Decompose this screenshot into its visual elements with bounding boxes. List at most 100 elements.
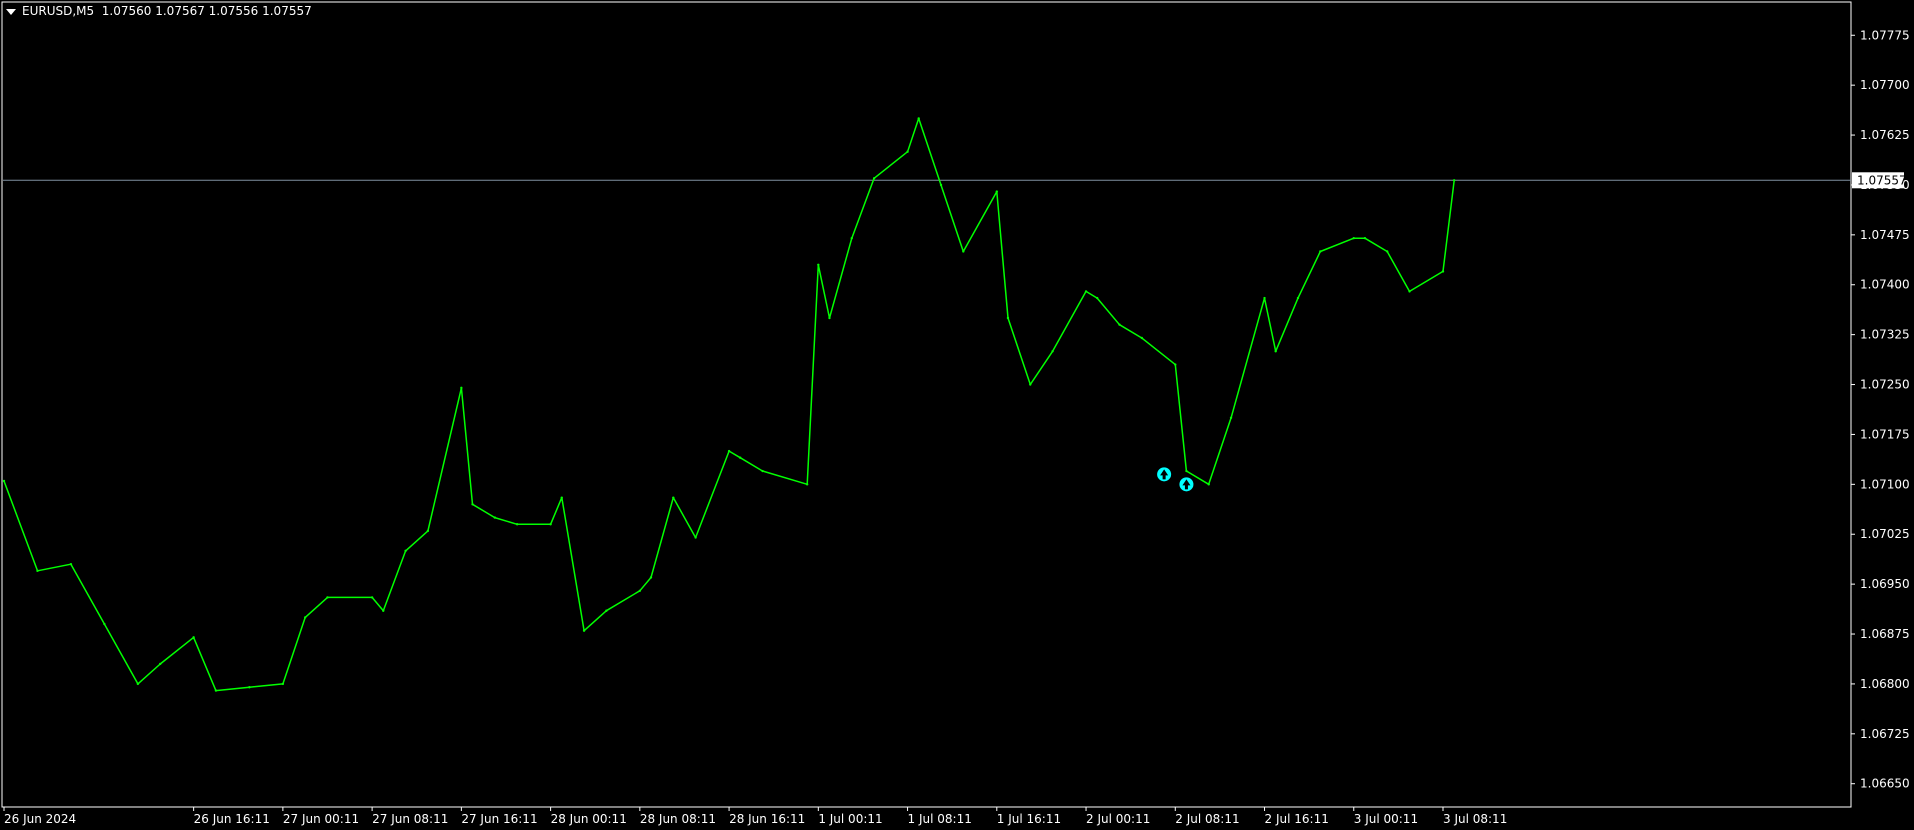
data-point xyxy=(850,236,853,240)
buy-arrow-icon xyxy=(1179,477,1194,492)
buy-arrow-icon xyxy=(1157,467,1172,482)
x-tick-label: 27 Jun 00:11 xyxy=(283,812,359,826)
data-point xyxy=(2,479,6,483)
data-point xyxy=(1207,483,1210,486)
symbol-label: EURUSD,M5 xyxy=(22,4,95,18)
x-tick-label: 26 Jun 16:11 xyxy=(194,812,270,826)
data-point xyxy=(515,523,519,526)
x-tick-label: 2 Jul 08:11 xyxy=(1175,812,1239,826)
data-point xyxy=(761,469,764,473)
data-point xyxy=(1386,250,1389,253)
data-point xyxy=(471,503,474,506)
data-point xyxy=(69,562,73,566)
y-tick-label: 1.06950 xyxy=(1860,577,1910,591)
y-tick-label: 1.06650 xyxy=(1860,777,1910,791)
x-tick-label: 27 Jun 08:11 xyxy=(372,812,448,826)
data-point xyxy=(962,250,965,253)
data-point xyxy=(917,117,920,120)
x-tick-label: 2 Jul 16:11 xyxy=(1265,812,1329,826)
data-point xyxy=(303,616,307,619)
x-tick-label: 2 Jul 00:11 xyxy=(1086,812,1150,826)
data-point xyxy=(1363,236,1367,240)
x-tick-label: 3 Jul 00:11 xyxy=(1354,812,1418,826)
data-point xyxy=(1319,250,1322,253)
data-point xyxy=(404,549,407,553)
y-tick-label: 1.06800 xyxy=(1860,677,1910,691)
data-point xyxy=(158,662,162,666)
y-axis: 1.077751.077001.076251.075501.074751.074… xyxy=(1851,28,1910,791)
data-point xyxy=(1006,316,1010,320)
x-tick-label: 27 Jun 16:11 xyxy=(461,812,537,826)
data-point xyxy=(638,589,642,592)
data-point xyxy=(828,316,831,320)
chart-area: 1.077751.077001.076251.075501.074751.074… xyxy=(1,1,1910,826)
y-tick-label: 1.07100 xyxy=(1860,477,1910,491)
data-point xyxy=(1140,336,1144,340)
data-point xyxy=(672,496,675,499)
data-point xyxy=(939,183,943,187)
data-point xyxy=(382,609,385,612)
data-point xyxy=(426,529,430,533)
data-point xyxy=(739,456,742,459)
data-point xyxy=(1185,469,1188,473)
data-point xyxy=(1029,383,1032,386)
data-point xyxy=(248,686,251,689)
data-point xyxy=(1229,416,1233,420)
x-tick-label: 1 Jul 08:11 xyxy=(908,812,972,826)
plot-frame xyxy=(1,1,1852,808)
data-point xyxy=(1296,296,1300,300)
x-tick-label: 3 Jul 08:11 xyxy=(1443,812,1507,826)
data-point xyxy=(727,449,731,453)
data-point xyxy=(906,150,909,153)
data-point xyxy=(192,636,195,639)
data-point xyxy=(995,190,998,193)
x-axis: 26 Jun 2024 26 Jun 16:11 27 Jun 00:11 27 Ju… xyxy=(3,807,1507,826)
data-point xyxy=(460,386,463,390)
data-point xyxy=(872,177,876,180)
y-tick-label: 1.07250 xyxy=(1860,378,1910,392)
y-tick-label: 1.07175 xyxy=(1860,427,1910,441)
data-point xyxy=(649,576,653,579)
data-point xyxy=(1084,290,1088,293)
data-point xyxy=(1095,296,1099,300)
x-tick-label: 28 Jun 16:11 xyxy=(729,812,805,826)
data-point xyxy=(281,682,285,686)
data-point xyxy=(1051,350,1054,353)
data-point xyxy=(817,263,820,266)
data-point xyxy=(103,622,106,626)
ohlc-values: 1.07560 1.07567 1.07556 1.07557 xyxy=(101,4,312,18)
x-tick-label: 28 Jun 08:11 xyxy=(640,812,716,826)
data-point xyxy=(582,629,586,632)
data-point xyxy=(694,536,697,539)
dropdown-triangle-icon[interactable] xyxy=(6,8,16,15)
x-tick-label: 1 Jul 16:11 xyxy=(997,812,1061,826)
data-point xyxy=(605,609,608,612)
y-tick-label: 1.07400 xyxy=(1860,278,1910,292)
data-point xyxy=(549,523,552,526)
current-price-label-text: 1.07557 xyxy=(1857,173,1907,187)
y-tick-label: 1.07625 xyxy=(1860,128,1910,142)
data-point xyxy=(1441,270,1445,273)
y-tick-label: 1.07325 xyxy=(1860,328,1910,342)
data-point xyxy=(493,516,497,519)
data-point xyxy=(805,483,809,486)
x-tick-label: 28 Jun 00:11 xyxy=(551,812,627,826)
data-point xyxy=(1174,363,1177,366)
current-price-label: 1.07557 xyxy=(1852,172,1907,189)
data-point xyxy=(370,596,374,599)
data-point xyxy=(136,682,140,686)
data-point xyxy=(214,689,218,692)
data-point xyxy=(326,596,329,599)
y-tick-label: 1.06875 xyxy=(1860,627,1910,641)
x-tick-label: 1 Jul 00:11 xyxy=(818,812,882,826)
symbol-header[interactable]: EURUSD,M5 1.07560 1.07567 1.07556 1.0755… xyxy=(6,4,312,18)
y-tick-label: 1.07775 xyxy=(1860,28,1910,42)
data-point xyxy=(1274,350,1277,353)
x-tick-label: 26 Jun 2024 xyxy=(4,812,76,826)
data-point xyxy=(1452,179,1456,182)
data-point xyxy=(1118,323,1121,326)
data-point xyxy=(1263,296,1266,300)
y-tick-label: 1.07475 xyxy=(1860,228,1910,242)
y-tick-label: 1.07025 xyxy=(1860,527,1910,541)
data-point xyxy=(1352,236,1355,240)
